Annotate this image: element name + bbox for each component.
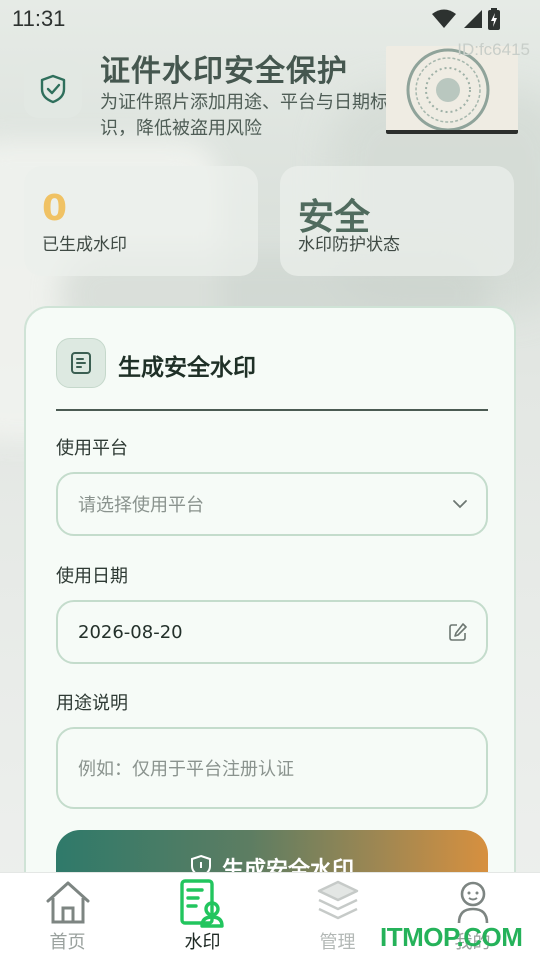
watermark-id: ID:fc6415 xyxy=(457,40,530,59)
platform-placeholder: 请选择使用平台 xyxy=(78,495,204,516)
page-title: 证件水印安全保护 xyxy=(100,54,348,89)
battery-icon xyxy=(488,8,500,30)
home-icon xyxy=(46,881,89,924)
form-title: 生成安全水印 xyxy=(118,355,256,381)
stat-card-generated: 0 已生成水印 xyxy=(24,166,258,276)
platform-select[interactable]: 请选择使用平台 xyxy=(56,472,488,536)
page-subtitle: 为证件照片添加用途、平台与日期标识，降低被盗用风险 xyxy=(100,92,388,139)
header: 证件水印安全保护 为证件照片添加用途、平台与日期标识，降低被盗用风险 xyxy=(24,46,524,146)
purpose-input[interactable]: 例如：仅用于平台注册认证 xyxy=(56,727,488,809)
stat-card-protection: 安全 水印防护状态 xyxy=(280,166,514,276)
status-icons xyxy=(432,8,500,30)
status-time: 11:31 xyxy=(12,6,66,31)
watermark-form-card: 生成安全水印 使用平台 请选择使用平台 使用日期 2026-08-20 用途说明… xyxy=(24,306,516,926)
wifi-icon xyxy=(432,9,456,28)
platform-label: 使用平台 xyxy=(56,438,128,459)
form-divider xyxy=(56,409,488,411)
date-field[interactable]: 2026-08-20 xyxy=(56,600,488,664)
person-icon xyxy=(457,881,488,924)
id-card-icon xyxy=(179,879,224,928)
status-bar: 11:31 xyxy=(0,0,540,40)
generated-count-label: 已生成水印 xyxy=(42,235,127,255)
edit-icon[interactable] xyxy=(448,622,468,642)
purpose-placeholder: 例如：仅用于平台注册认证 xyxy=(78,759,294,780)
nav-item-home[interactable]: 首页 xyxy=(0,873,135,960)
shield-check-icon xyxy=(40,74,66,104)
generated-count: 0 xyxy=(42,188,68,229)
brand-watermark-logo: ITMOP.COM xyxy=(380,922,523,952)
chevron-down-icon xyxy=(452,499,468,509)
document-icon xyxy=(71,352,91,374)
nav-item-watermark[interactable]: 水印 xyxy=(135,873,270,960)
form-header-badge xyxy=(56,338,106,388)
shield-badge xyxy=(24,60,82,118)
purpose-label: 用途说明 xyxy=(56,693,128,714)
nav-label-home: 首页 xyxy=(49,932,86,953)
protection-status-label: 水印防护状态 xyxy=(298,235,400,255)
nav-label-watermark: 水印 xyxy=(184,932,221,953)
layers-icon xyxy=(317,880,358,920)
date-label: 使用日期 xyxy=(56,566,128,587)
date-value: 2026-08-20 xyxy=(78,621,183,643)
signal-icon xyxy=(464,10,482,28)
